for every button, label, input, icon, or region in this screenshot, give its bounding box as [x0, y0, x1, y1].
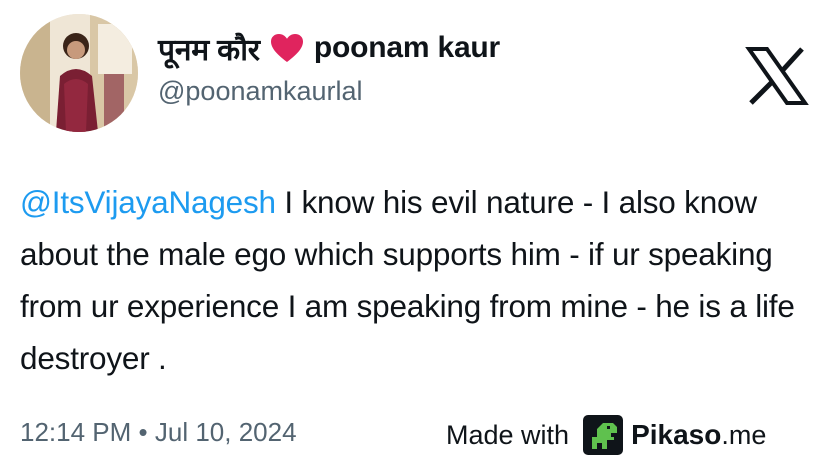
tweet-text: @ItsVijayaNagesh I know his evil nature … [20, 176, 820, 384]
author-display-name-hindi[interactable]: पूनम कौर [158, 28, 260, 69]
tweet-date: Jul 10, 2024 [154, 417, 297, 447]
tweet-time: 12:14 PM [20, 417, 132, 447]
meta-separator: • [138, 417, 148, 447]
author-name-row: पूनम कौर poonam kaur [158, 26, 500, 70]
tweet-mention-link[interactable]: @ItsVijayaNagesh [20, 184, 276, 220]
avatar[interactable] [20, 14, 138, 132]
author-display-name[interactable]: poonam kaur [314, 31, 500, 65]
author-handle[interactable]: @poonamkaurlal [158, 76, 363, 107]
x-logo-icon[interactable] [745, 46, 809, 106]
pikaso-tld: .me [721, 419, 767, 450]
heart-icon [270, 34, 303, 62]
made-with-label: Made with [446, 419, 570, 450]
pikaso-brand: Pikaso [631, 419, 722, 450]
pikaso-watermark: Made with Pikaso .me [446, 415, 766, 455]
tweet-timestamp[interactable]: 12:14 PM • Jul 10, 2024 [20, 417, 297, 448]
pikaso-dino-icon [583, 415, 624, 455]
